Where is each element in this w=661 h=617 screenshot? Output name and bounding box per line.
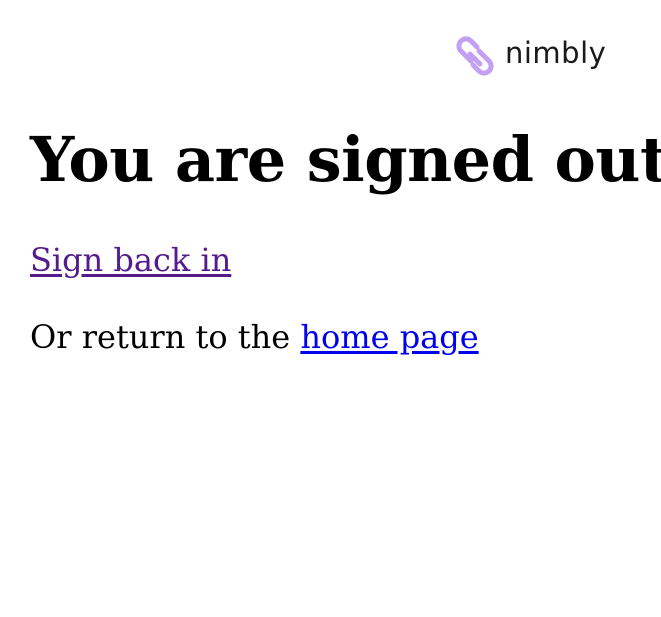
home-page-link[interactable]: home page — [300, 318, 478, 356]
nimbly-logo[interactable]: nimbly — [453, 34, 606, 78]
signed-out-content: You are signed out Sign back in Or retur… — [30, 120, 661, 357]
nimbly-logo-icon — [456, 36, 494, 76]
return-home-row: Or return to the home page — [30, 317, 650, 357]
return-prefix-text: Or return to the — [30, 318, 301, 356]
page-title: You are signed out — [30, 123, 661, 196]
logo-wordmark: nimbly — [505, 35, 607, 70]
sign-back-in-link[interactable]: Sign back in — [30, 241, 231, 279]
sign-in-row: Sign back in — [30, 240, 650, 280]
